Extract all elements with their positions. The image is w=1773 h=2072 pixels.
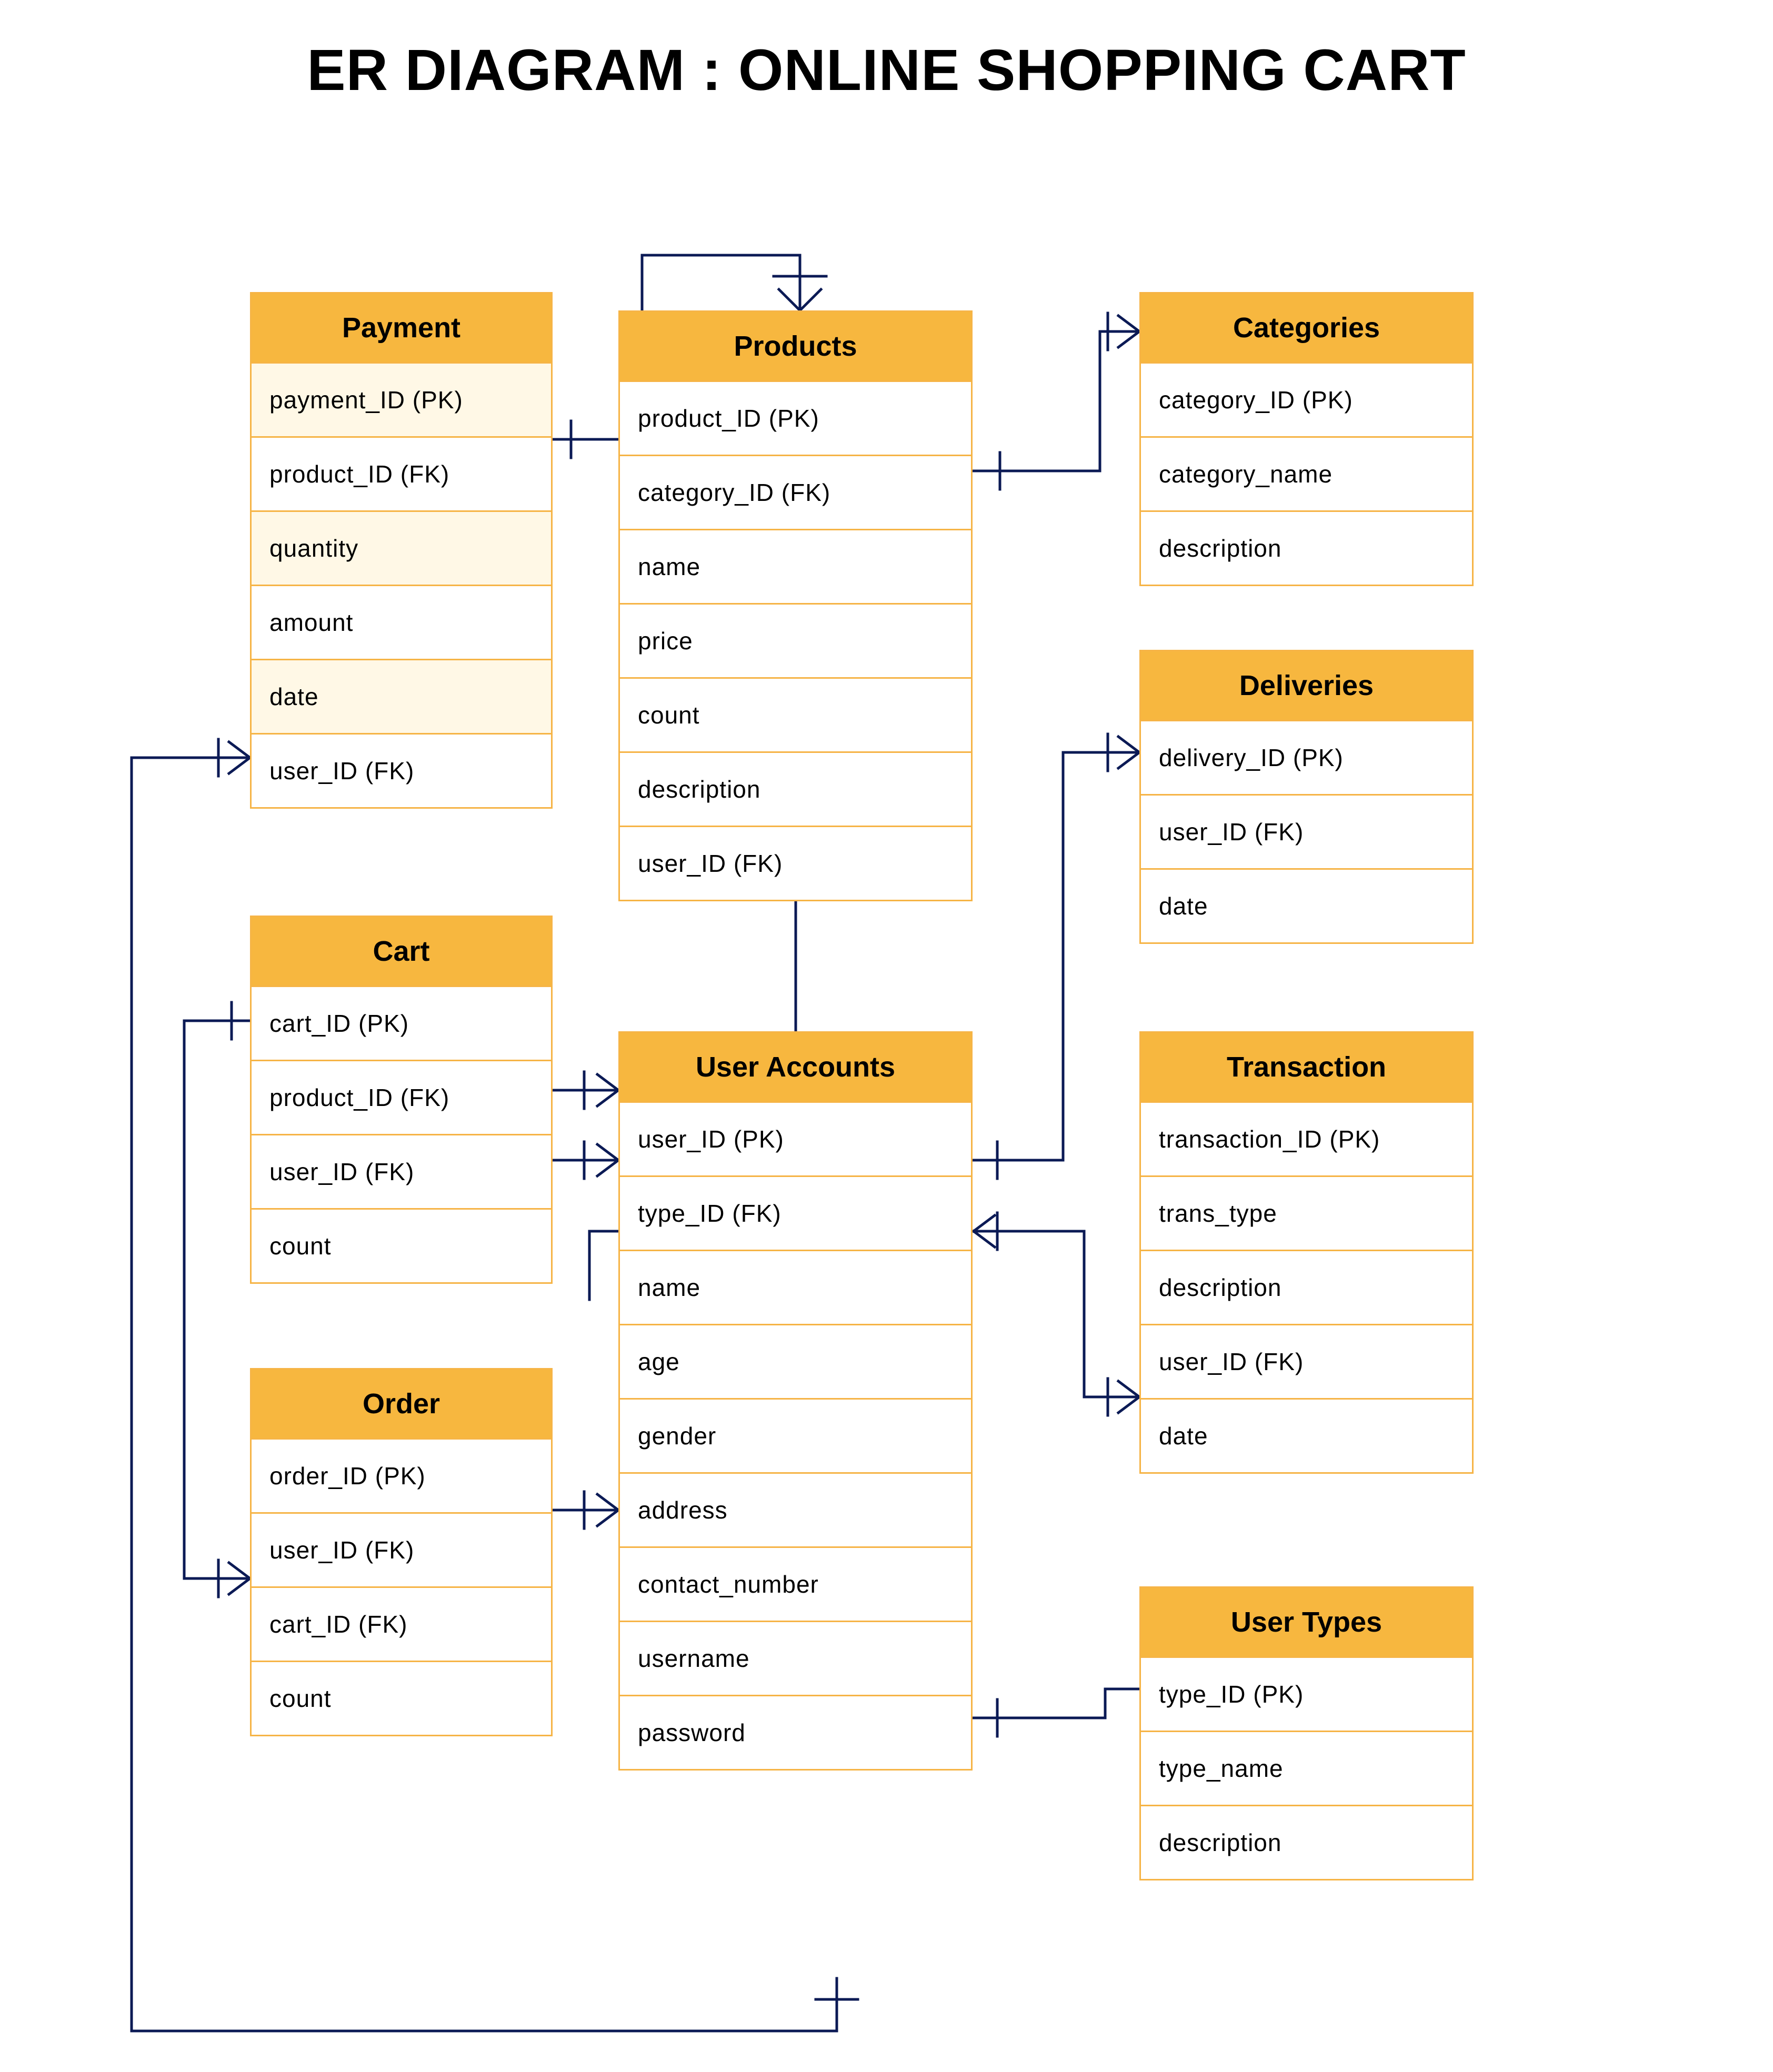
entity-transaction-field: description xyxy=(1141,1251,1472,1325)
entity-user-accounts-field: username xyxy=(620,1622,971,1696)
entity-deliveries-field: delivery_ID (PK) xyxy=(1141,721,1472,796)
diagram-title: ER DIAGRAM : ONLINE SHOPPING CART xyxy=(0,37,1773,104)
entity-user-accounts-field: type_ID (FK) xyxy=(620,1177,971,1251)
entity-deliveries: Deliveries delivery_ID (PK) user_ID (FK)… xyxy=(1139,650,1474,944)
entity-user-types-field: description xyxy=(1141,1806,1472,1879)
entity-products-field: category_ID (FK) xyxy=(620,456,971,530)
entity-user-accounts-header: User Accounts xyxy=(620,1033,971,1103)
entity-cart-field: user_ID (FK) xyxy=(252,1135,551,1210)
entity-payment-field: amount xyxy=(252,586,551,660)
entity-user-types-header: User Types xyxy=(1141,1588,1472,1658)
entity-deliveries-header: Deliveries xyxy=(1141,651,1472,721)
entity-payment-field: payment_ID (PK) xyxy=(252,364,551,438)
entity-payment-field: date xyxy=(252,660,551,735)
entity-order-header: Order xyxy=(252,1370,551,1440)
entity-products: Products product_ID (PK) category_ID (FK… xyxy=(618,310,973,901)
entity-products-field: count xyxy=(620,679,971,753)
entity-order-field: order_ID (PK) xyxy=(252,1440,551,1514)
entity-payment-field: user_ID (FK) xyxy=(252,735,551,807)
entity-deliveries-field: date xyxy=(1141,870,1472,942)
entity-user-accounts-field: age xyxy=(620,1325,971,1400)
entity-categories: Categories category_ID (PK) category_nam… xyxy=(1139,292,1474,586)
entity-cart-header: Cart xyxy=(252,917,551,987)
entity-transaction-field: date xyxy=(1141,1400,1472,1472)
entity-user-types-field: type_ID (PK) xyxy=(1141,1658,1472,1732)
entity-products-field: price xyxy=(620,605,971,679)
entity-products-field: description xyxy=(620,753,971,827)
entity-transaction-field: user_ID (FK) xyxy=(1141,1325,1472,1400)
entity-user-types-field: type_name xyxy=(1141,1732,1472,1806)
entity-cart: Cart cart_ID (PK) product_ID (FK) user_I… xyxy=(250,916,553,1284)
entity-order-field: cart_ID (FK) xyxy=(252,1588,551,1662)
entity-payment-field: product_ID (FK) xyxy=(252,438,551,512)
er-diagram-canvas: ER DIAGRAM : ONLINE SHOPPING CART xyxy=(0,0,1773,2072)
entity-categories-field: category_ID (PK) xyxy=(1141,364,1472,438)
entity-payment-header: Payment xyxy=(252,294,551,364)
entity-categories-field: description xyxy=(1141,512,1472,585)
entity-order: Order order_ID (PK) user_ID (FK) cart_ID… xyxy=(250,1368,553,1736)
entity-order-field: count xyxy=(252,1662,551,1735)
entity-order-field: user_ID (FK) xyxy=(252,1514,551,1588)
entity-products-field: user_ID (FK) xyxy=(620,827,971,900)
entity-user-types: User Types type_ID (PK) type_name descri… xyxy=(1139,1586,1474,1880)
entity-user-accounts-field: password xyxy=(620,1696,971,1769)
entity-user-accounts-field: contact_number xyxy=(620,1548,971,1622)
entity-payment: Payment payment_ID (PK) product_ID (FK) … xyxy=(250,292,553,809)
entity-products-field: name xyxy=(620,530,971,605)
entity-transaction-field: trans_type xyxy=(1141,1177,1472,1251)
entity-user-accounts-field: name xyxy=(620,1251,971,1325)
entity-user-accounts-field: address xyxy=(620,1474,971,1548)
entity-transaction-field: transaction_ID (PK) xyxy=(1141,1103,1472,1177)
entity-cart-field: product_ID (FK) xyxy=(252,1061,551,1135)
entity-products-field: product_ID (PK) xyxy=(620,382,971,456)
entity-payment-field: quantity xyxy=(252,512,551,586)
entity-cart-field: count xyxy=(252,1210,551,1282)
entity-products-header: Products xyxy=(620,312,971,382)
entity-transaction-header: Transaction xyxy=(1141,1033,1472,1103)
entity-categories-field: category_name xyxy=(1141,438,1472,512)
entity-transaction: Transaction transaction_ID (PK) trans_ty… xyxy=(1139,1031,1474,1474)
entity-categories-header: Categories xyxy=(1141,294,1472,364)
entity-user-accounts-field: gender xyxy=(620,1400,971,1474)
entity-deliveries-field: user_ID (FK) xyxy=(1141,796,1472,870)
entity-user-accounts-field: user_ID (PK) xyxy=(620,1103,971,1177)
entity-user-accounts: User Accounts user_ID (PK) type_ID (FK) … xyxy=(618,1031,973,1771)
entity-cart-field: cart_ID (PK) xyxy=(252,987,551,1061)
